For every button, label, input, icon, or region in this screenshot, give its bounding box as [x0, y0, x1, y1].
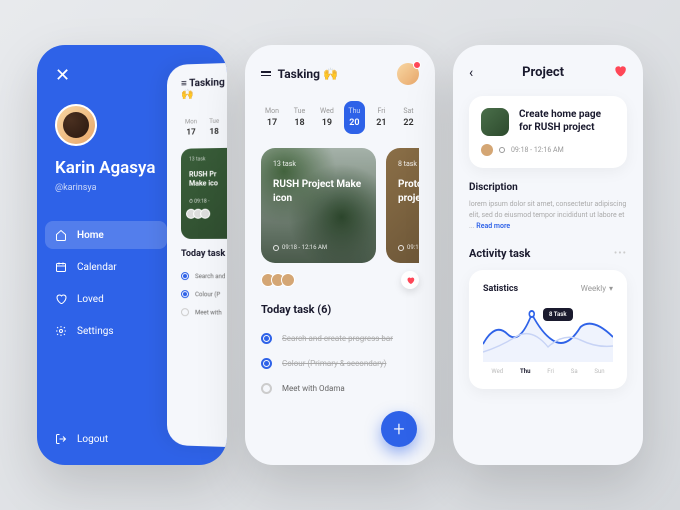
favorite-button[interactable]: [401, 271, 419, 289]
chart-x-axis: Wed Thu Fri Sa Sun: [483, 368, 613, 375]
period-selector[interactable]: Weekly ▾: [581, 284, 613, 294]
nav-label: Loved: [77, 294, 104, 305]
drawer-panel: ✕ Karin Agasya @karinsya Home Calendar L…: [37, 45, 167, 465]
hamburger-icon[interactable]: [261, 69, 271, 78]
radio-icon[interactable]: [261, 333, 272, 344]
close-icon[interactable]: ✕: [55, 65, 167, 86]
project-title: Create home page for RUSH project: [519, 108, 615, 134]
home-header: Tasking 🙌: [261, 63, 419, 85]
activity-chart: 8 Task: [483, 302, 613, 362]
nav-calendar[interactable]: Calendar: [45, 253, 167, 281]
gear-icon: [55, 325, 67, 337]
today-task-heading: Today task (6): [261, 303, 419, 316]
nav-loved[interactable]: Loved: [45, 285, 167, 313]
todo-label: Meet with Odama: [282, 384, 345, 393]
day-tue[interactable]: Tue18: [289, 101, 310, 134]
assignee-avatar: [481, 144, 493, 156]
heart-icon: [55, 293, 67, 305]
chevron-down-icon: ▾: [609, 284, 613, 293]
read-more-link[interactable]: Read more: [476, 222, 510, 230]
chart-tooltip: 8 Task: [543, 308, 573, 321]
nav-settings[interactable]: Settings: [45, 317, 167, 345]
clock-icon: [398, 245, 404, 251]
task-count: 8 task: [398, 160, 419, 168]
project-card: Create home page for RUSH project 09:18 …: [469, 96, 627, 168]
task-card[interactable]: 8 task Prototype new project 09:13 - 11: [386, 148, 419, 263]
day-fri[interactable]: Fri21: [371, 101, 392, 134]
user-name: Karin Agasya: [55, 158, 167, 179]
day-wed[interactable]: Wed19: [316, 101, 338, 134]
user-handle: @karinsya: [55, 183, 167, 193]
description-label: Discription: [469, 182, 627, 193]
nav-logout[interactable]: Logout: [55, 433, 167, 445]
screen-drawer: ✕ Karin Agasya @karinsya Home Calendar L…: [37, 45, 227, 465]
todo-item[interactable]: Colour (Primary & secondary): [261, 351, 419, 376]
favorite-icon[interactable]: [613, 63, 627, 82]
todo-label: Search and create progress bar: [282, 334, 393, 343]
clock-icon: [499, 147, 505, 153]
app-title: Tasking 🙌: [261, 67, 338, 81]
task-title: Prototype new project: [398, 178, 419, 205]
peek-title: ≡ Tasking 🙌: [181, 77, 227, 100]
logout-icon: [55, 433, 67, 445]
more-icon[interactable]: •••: [614, 248, 627, 259]
nav-label: Logout: [77, 434, 108, 445]
radio-icon[interactable]: [261, 383, 272, 394]
task-card[interactable]: 13 task RUSH Project Make icon 09:18 - 1…: [261, 148, 376, 263]
project-meta: 09:18 - 12:16 AM: [481, 144, 615, 156]
nav-label: Settings: [77, 326, 114, 337]
todo-label: Colour (Primary & secondary): [282, 359, 386, 368]
chart-title: Satistics: [483, 284, 518, 294]
task-count: 13 task: [273, 160, 364, 168]
screen-home: Tasking 🙌 Mon17 Tue18 Wed19 Thu20 Fri21 …: [245, 45, 435, 465]
nav-label: Calendar: [77, 262, 117, 273]
day-sat[interactable]: Sat22: [398, 101, 419, 134]
day-mon[interactable]: Mon17: [261, 101, 283, 134]
project-header: ‹ Project: [469, 63, 627, 82]
screen-project: ‹ Project Create home page for RUSH proj…: [453, 45, 643, 465]
avatar[interactable]: [55, 104, 97, 146]
add-button[interactable]: +: [381, 411, 417, 447]
day-picker: Mon17 Tue18 Wed19 Thu20 Fri21 Sat22: [261, 101, 419, 134]
todo-item[interactable]: Meet with Odama: [261, 376, 419, 401]
task-title: RUSH Project Make icon: [273, 178, 364, 205]
page-title: Project: [522, 65, 564, 80]
assignee-row: [261, 271, 419, 289]
assignee-avatar[interactable]: [281, 273, 295, 287]
peek-task-card: 13 task RUSH PrMake ico ⏱ 09:18 -: [181, 147, 227, 239]
project-thumbnail: [481, 108, 509, 136]
task-cards-row: 13 task RUSH Project Make icon 09:18 - 1…: [261, 148, 419, 263]
nav-label: Home: [77, 230, 104, 241]
clock-icon: [273, 245, 279, 251]
day-thu[interactable]: Thu20: [344, 101, 365, 134]
home-icon: [55, 229, 67, 241]
todo-item[interactable]: Search and create progress bar: [261, 326, 419, 351]
calendar-icon: [55, 261, 67, 273]
peek-calendar: Mon17 Tue18: [181, 114, 227, 141]
back-icon[interactable]: ‹: [469, 65, 473, 81]
description-text: lorem ipsum dolor sit amet, consectetur …: [469, 199, 627, 233]
activity-title: Activity task: [469, 247, 530, 260]
radio-icon[interactable]: [261, 358, 272, 369]
peek-today-label: Today task: [181, 249, 227, 259]
avatar[interactable]: [397, 63, 419, 85]
statistics-card: Satistics Weekly ▾ 8 Task Wed Thu Fri Sa…: [469, 270, 627, 389]
background-home-peek: ≡ Tasking 🙌 Mon17 Tue18 13 task RUSH PrM…: [167, 63, 227, 447]
task-time: 09:13 - 11: [398, 244, 419, 251]
nav-home[interactable]: Home: [45, 221, 167, 249]
task-time: 09:18 - 12:16 AM: [273, 244, 364, 251]
